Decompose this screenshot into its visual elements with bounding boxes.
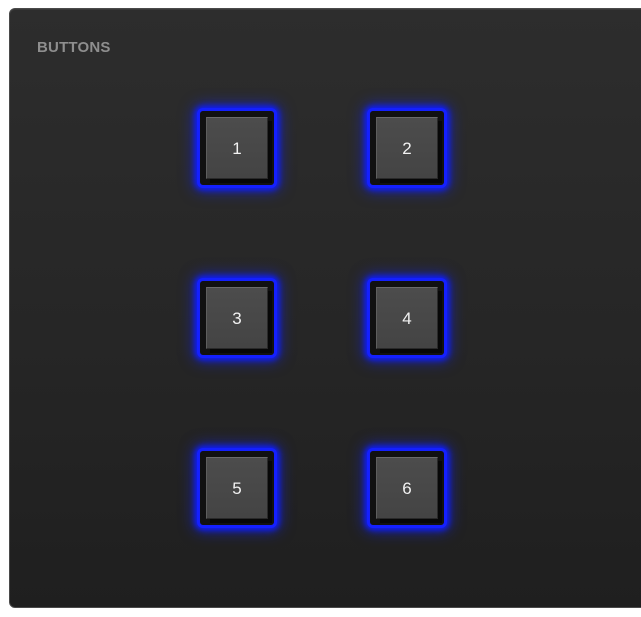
button-4[interactable]: 4 [367, 278, 447, 358]
stage: BUTTONS 1 2 3 4 5 6 [0, 0, 641, 617]
button-1-label: 1 [232, 138, 242, 158]
button-3-face: 3 [206, 287, 268, 349]
button-2[interactable]: 2 [367, 108, 447, 188]
button-4-face: 4 [376, 287, 438, 349]
button-5[interactable]: 5 [197, 448, 277, 528]
button-5-face: 5 [206, 457, 268, 519]
button-4-label: 4 [402, 308, 412, 328]
button-3-label: 3 [232, 308, 242, 328]
button-6-label: 6 [402, 478, 412, 498]
buttons-panel: BUTTONS 1 2 3 4 5 6 [9, 8, 641, 608]
button-1[interactable]: 1 [197, 108, 277, 188]
button-5-label: 5 [232, 478, 242, 498]
button-6-face: 6 [376, 457, 438, 519]
button-3[interactable]: 3 [197, 278, 277, 358]
button-6[interactable]: 6 [367, 448, 447, 528]
button-1-face: 1 [206, 117, 268, 179]
panel-title: BUTTONS [37, 39, 111, 56]
button-2-label: 2 [402, 138, 412, 158]
button-2-face: 2 [376, 117, 438, 179]
